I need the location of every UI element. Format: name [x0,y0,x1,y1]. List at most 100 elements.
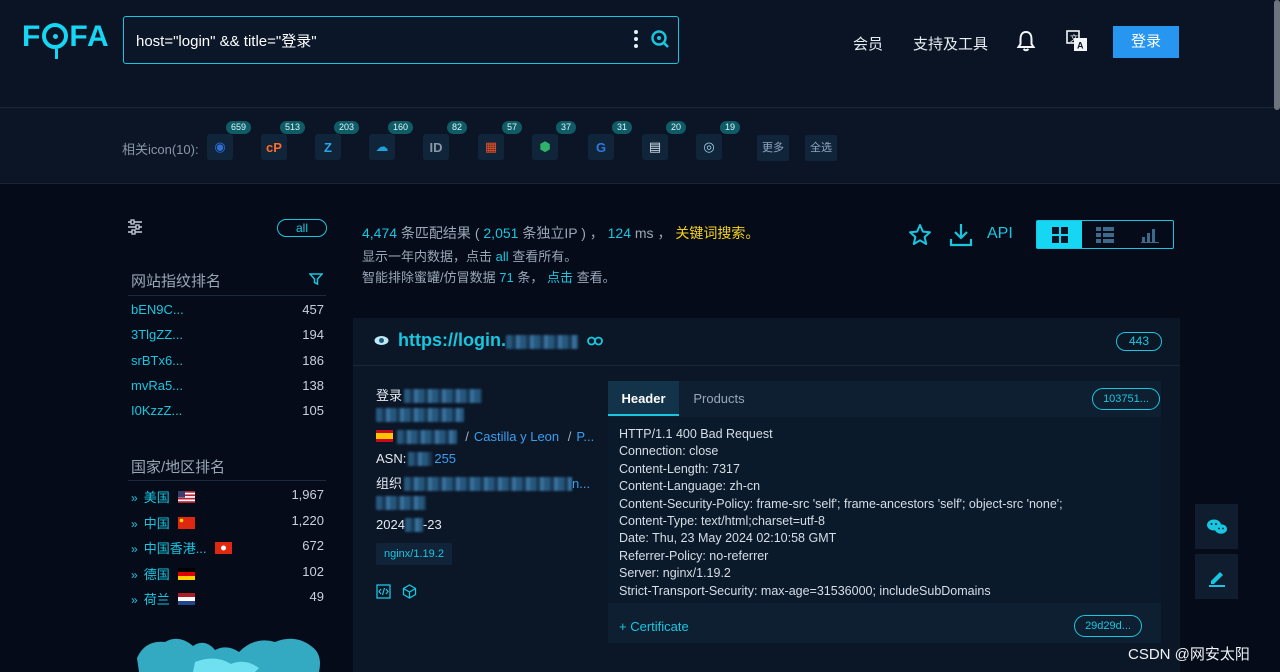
country-item[interactable]: » 中国 1,220 [131,513,324,532]
login-button[interactable]: 登录 [1113,26,1179,58]
icon-count-badge: 659 [225,121,251,134]
code-icon[interactable] [376,584,391,599]
list-icon [1095,226,1114,243]
tab-products[interactable]: Products [679,381,759,416]
cube-icon[interactable] [402,584,417,599]
result-url-text: https://login. [398,330,506,350]
fingerprint-item[interactable]: mvRa5... 138 [131,378,324,393]
download-icon[interactable] [948,222,974,248]
link-icon[interactable] [587,336,603,346]
related-icons-bar: 相关icon(10): ◉ 659 cP 513 Z 203 ☁ 160 ID 82 ▦ 57 ⬢ 37 G… [0,108,1280,184]
chevron-right-icon[interactable]: » [131,593,138,607]
hex-cube-icon[interactable]: ⬢ 37 [532,121,576,160]
zimbra-icon[interactable]: Z 203 [315,121,359,160]
fingerprint-item[interactable]: bEN9C... 457 [131,302,324,317]
salesforce-icon[interactable]: ☁ 160 [369,121,413,160]
certificate-toggle[interactable]: + Certificate [619,619,689,634]
chevron-right-icon[interactable]: » [131,568,138,582]
related-icons-label: 相关icon(10): [122,142,199,157]
result-url-link[interactable]: https://login. [398,330,578,351]
scrollbar[interactable] [1274,0,1280,110]
country-item[interactable]: » 荷兰 49 [131,589,324,608]
microsoft-icon[interactable]: ▦ 57 [478,121,522,160]
header-line: Connection: close [619,444,719,459]
select-all-icons-button[interactable]: 全选 [805,135,837,161]
wechat-button[interactable] [1195,504,1238,549]
svg-text:A: A [1077,41,1084,51]
more-options-icon[interactable] [632,30,640,50]
unique-ip-count: 2,051 [483,225,519,241]
header-line: HTTP/1.1 400 Bad Request [619,427,773,441]
result-ip[interactable] [376,407,464,422]
icon-count-badge: 203 [333,121,359,134]
more-icons-button[interactable]: 更多 [757,135,789,161]
country-count: 672 [302,538,324,553]
g-suite-icon[interactable]: G 31 [588,121,632,160]
bell-icon[interactable] [1016,30,1036,52]
filter-settings-icon[interactable] [127,219,143,235]
grid-view-button[interactable] [1037,221,1083,248]
cpanel-icon[interactable]: cP 513 [261,121,305,160]
view-switcher [1036,220,1174,249]
nav-tools-link[interactable]: 支持及工具 [913,33,988,54]
eye-logo-icon[interactable]: ◎ 19 [696,121,740,160]
circle-logo-icon[interactable]: ◉ 659 [207,121,251,160]
id-shield-icon[interactable]: ID 82 [423,121,467,160]
keyword-search-link[interactable]: 关键词搜索。 [675,225,759,241]
site-favicon-icon [374,336,389,345]
redacted-text [376,496,426,510]
fingerprint-item[interactable]: I0KzzZ... 105 [131,403,324,418]
search-input[interactable] [136,28,616,52]
nav-vip-link[interactable]: 会员 [853,33,883,54]
edit-icon [1208,571,1225,587]
result-domain[interactable] [376,495,426,510]
stats-view-button[interactable] [1128,221,1173,248]
tab-header[interactable]: Header [608,381,679,416]
filter-funnel-icon[interactable] [309,272,323,286]
certificate-bar: + Certificate 29d29d... [608,611,1161,643]
chevron-right-icon[interactable]: » [131,517,138,531]
org-link[interactable]: n... [572,476,590,491]
fofa-logo[interactable]: F FA [22,20,110,59]
date-text: 2024 [376,517,405,532]
all-toggle[interactable]: all [277,219,327,237]
title-text: 登录 [376,388,403,403]
fingerprint-name: 3TlgZZ... [131,327,184,343]
port-badge[interactable]: 443 [1116,332,1162,351]
region-link[interactable]: Castilla y Leon [474,429,559,444]
server-tag[interactable]: nginx/1.19.2 [376,543,452,565]
chevron-right-icon[interactable]: » [131,491,138,505]
search-icon[interactable] [650,29,670,49]
feedback-button[interactable] [1195,554,1238,599]
redacted-text [505,335,578,349]
header-line: Content-Language: zh-cn [619,479,761,494]
divider [128,480,326,481]
fingerprint-item[interactable]: 3TlgZZ... 194 [131,327,324,342]
header-hash-badge[interactable]: 103751... [1092,388,1160,410]
country-count: 1,220 [291,512,324,528]
nl-flag-icon [177,593,195,605]
view-excluded-link[interactable]: 点击 [547,270,573,285]
date-range-note: 显示一年内数据，点击 all 查看所有。 [362,246,577,265]
country-item[interactable]: » 中国香港... 672 [131,538,324,557]
fingerprint-item[interactable]: srBTx6... 186 [131,353,324,368]
bar-chart-icon [1141,228,1160,243]
asn-link[interactable]: 255 [434,451,456,466]
translate-icon[interactable]: 文 A [1066,30,1088,52]
country-item[interactable]: » 美国 1,967 [131,487,324,506]
us-flag-icon [177,491,195,503]
fingerprint-count: 105 [302,403,324,419]
world-map-thumbnail[interactable] [135,628,325,672]
country-item[interactable]: » 德国 102 [131,564,324,583]
document-icon[interactable]: ▤ 20 [642,121,686,160]
city-link[interactable]: P... [576,429,594,444]
certificate-hash-badge[interactable]: 29d29d... [1074,615,1142,637]
cn-flag-icon [177,516,195,529]
country-name: 中国香港... [143,541,207,556]
chevron-right-icon[interactable]: » [131,542,138,556]
api-link[interactable]: API [987,225,1013,243]
star-icon[interactable] [908,223,932,247]
show-all-link[interactable]: all [496,249,509,264]
list-view-button[interactable] [1082,221,1127,248]
icon-count-badge: 82 [446,121,467,134]
